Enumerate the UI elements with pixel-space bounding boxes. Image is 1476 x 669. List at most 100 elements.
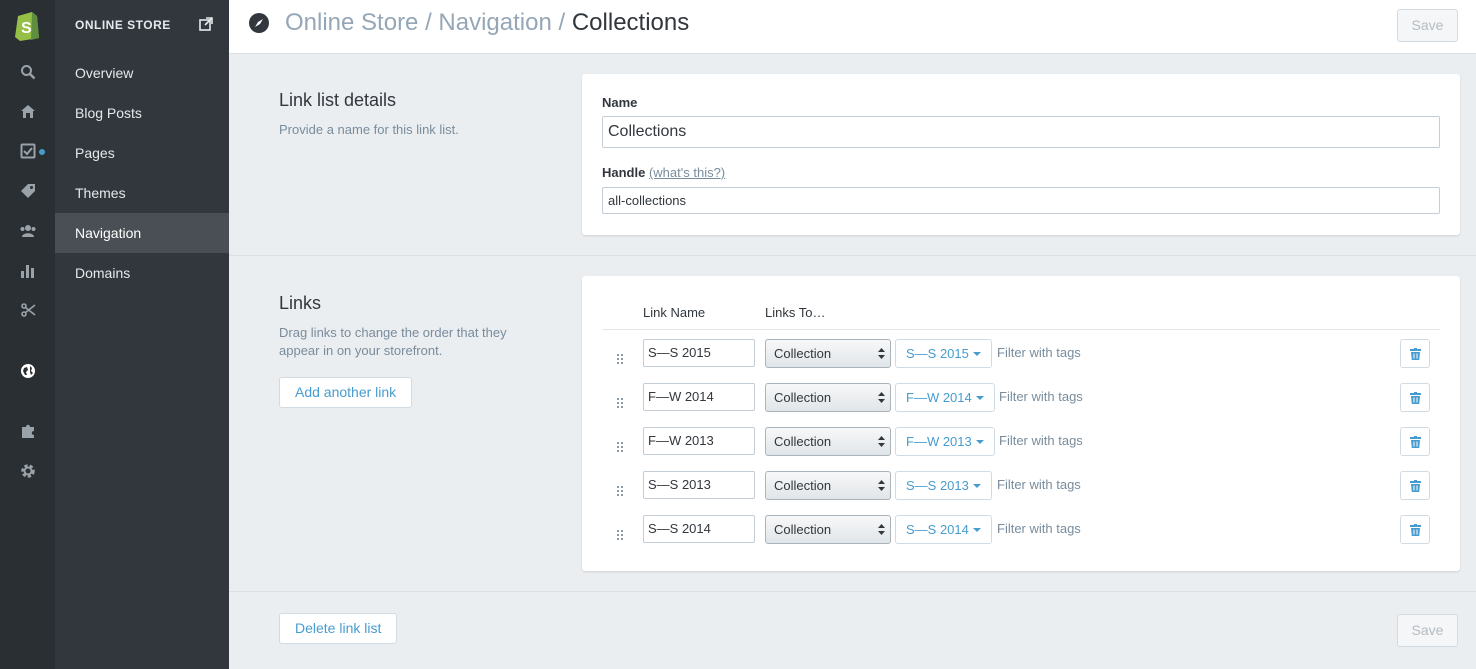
filter-with-tags-link[interactable]: Filter with tags [997,477,1081,492]
trash-icon [1409,435,1421,448]
orders-icon[interactable] [0,136,55,166]
sidebar-item-pages[interactable]: Pages [55,133,229,173]
link-target-dropdown[interactable]: F—W 2014 [895,383,995,412]
trash-icon [1409,391,1421,404]
delete-link-list-button[interactable]: Delete link list [279,613,398,644]
customers-icon[interactable] [0,216,55,246]
delete-link-button[interactable] [1400,383,1430,412]
add-link-button[interactable]: Add another link [279,377,413,408]
filter-with-tags-link[interactable]: Filter with tags [999,433,1083,448]
select-arrows-icon [878,480,885,491]
sidebar-item-navigation[interactable]: Navigation [55,213,229,253]
link-type-select[interactable]: Collection [765,471,891,500]
name-label: Name [602,95,638,110]
details-section-title: Link list details [279,90,397,110]
link-type-value: Collection [774,390,832,405]
settings-icon[interactable] [0,456,55,486]
link-type-value: Collection [774,346,832,361]
details-section-description: Provide a name for this link list. [279,122,459,137]
link-name-input[interactable]: S—S 2013 [643,471,755,499]
delete-link-button[interactable] [1400,471,1430,500]
filter-with-tags-link[interactable]: Filter with tags [999,389,1083,404]
link-type-select[interactable]: Collection [765,339,891,368]
link-type-select[interactable]: Collection [765,427,891,456]
table-row: S—S 2013 Collection S—S 2013 Filter with… [582,471,1460,515]
link-name-input[interactable]: S—S 2015 [643,339,755,367]
sidebar-item-overview[interactable]: Overview [55,53,229,93]
link-target-label: S—S 2015 [906,346,969,361]
select-arrows-icon [878,392,885,403]
caret-down-icon [975,395,984,400]
notification-dot [39,149,45,155]
trash-icon [1409,523,1421,536]
save-button-top[interactable]: Save [1397,9,1458,42]
handle-help-link[interactable]: (what's this?) [649,165,725,180]
filter-with-tags-link[interactable]: Filter with tags [997,345,1081,360]
drag-handle-icon[interactable] [617,395,623,411]
breadcrumb: Online Store / Navigation / Collections [285,9,689,37]
handle-field[interactable]: all-collections [602,187,1440,214]
link-name-input[interactable]: F—W 2014 [643,383,755,411]
table-header-divider [602,329,1440,330]
table-row: F—W 2013 Collection F—W 2013 Filter with… [582,427,1460,471]
link-name-input[interactable]: F—W 2013 [643,427,755,455]
name-field[interactable]: Collections [602,116,1440,148]
caret-down-icon [975,439,984,444]
online-store-sidebar: ONLINE STORE Overview Blog Posts Pages T… [55,0,229,669]
link-target-label: S—S 2014 [906,522,969,537]
tag-icon[interactable] [0,176,55,206]
link-type-select[interactable]: Collection [765,515,891,544]
link-target-dropdown[interactable]: S—S 2014 [895,515,992,544]
reports-icon[interactable] [0,256,55,286]
table-row: S—S 2015 Collection S—S 2015 Filter with… [582,339,1460,383]
breadcrumb-separator: / [558,9,566,36]
links-card: Link Name Links To… S—S 2015 Collection … [582,276,1460,571]
save-button-bottom[interactable]: Save [1397,614,1458,647]
link-target-dropdown[interactable]: S—S 2013 [895,471,992,500]
link-target-dropdown[interactable]: F—W 2013 [895,427,995,456]
section-divider [229,591,1476,592]
caret-down-icon [972,527,981,532]
apps-icon[interactable] [0,416,55,446]
column-header-link-name: Link Name [643,305,706,320]
sidebar-header: ONLINE STORE [75,18,171,32]
select-arrows-icon [878,348,885,359]
delete-link-button[interactable] [1400,515,1430,544]
section-divider [229,255,1476,256]
sidebar-item-domains[interactable]: Domains [55,253,229,293]
trash-icon [1409,347,1421,360]
svg-text:S: S [21,20,32,37]
page-title: Collections [571,9,690,36]
breadcrumb-online-store[interactable]: Online Store [285,9,418,36]
caret-down-icon [972,351,981,356]
delete-link-button[interactable] [1400,427,1430,456]
link-type-select[interactable]: Collection [765,383,891,412]
external-link-icon[interactable] [199,17,213,34]
link-target-label: S—S 2013 [906,478,969,493]
details-card: Name Collections Handle (what's this?) a… [582,74,1460,235]
link-target-label: F—W 2014 [906,390,972,405]
search-icon[interactable] [0,57,55,87]
breadcrumb-separator: / [425,9,432,36]
link-name-input[interactable]: S—S 2014 [643,515,755,543]
links-section-title: Links [279,293,322,313]
drag-handle-icon[interactable] [617,439,623,455]
filter-with-tags-link[interactable]: Filter with tags [997,521,1081,536]
caret-down-icon [972,483,981,488]
shopify-logo-icon[interactable]: S [12,8,42,42]
online-store-icon[interactable] [0,356,55,386]
discounts-icon[interactable] [0,295,55,325]
sidebar-item-themes[interactable]: Themes [55,173,229,213]
link-target-dropdown[interactable]: S—S 2015 [895,339,992,368]
select-arrows-icon [878,436,885,447]
home-icon[interactable] [0,96,55,126]
drag-handle-icon[interactable] [617,527,623,543]
sidebar-item-blog-posts[interactable]: Blog Posts [55,93,229,133]
drag-handle-icon[interactable] [617,351,623,367]
breadcrumb-navigation[interactable]: Navigation [438,9,551,36]
link-target-label: F—W 2013 [906,434,972,449]
drag-handle-icon[interactable] [617,483,623,499]
compass-icon [249,13,269,36]
delete-link-button[interactable] [1400,339,1430,368]
table-row: S—S 2014 Collection S—S 2014 Filter with… [582,515,1460,559]
